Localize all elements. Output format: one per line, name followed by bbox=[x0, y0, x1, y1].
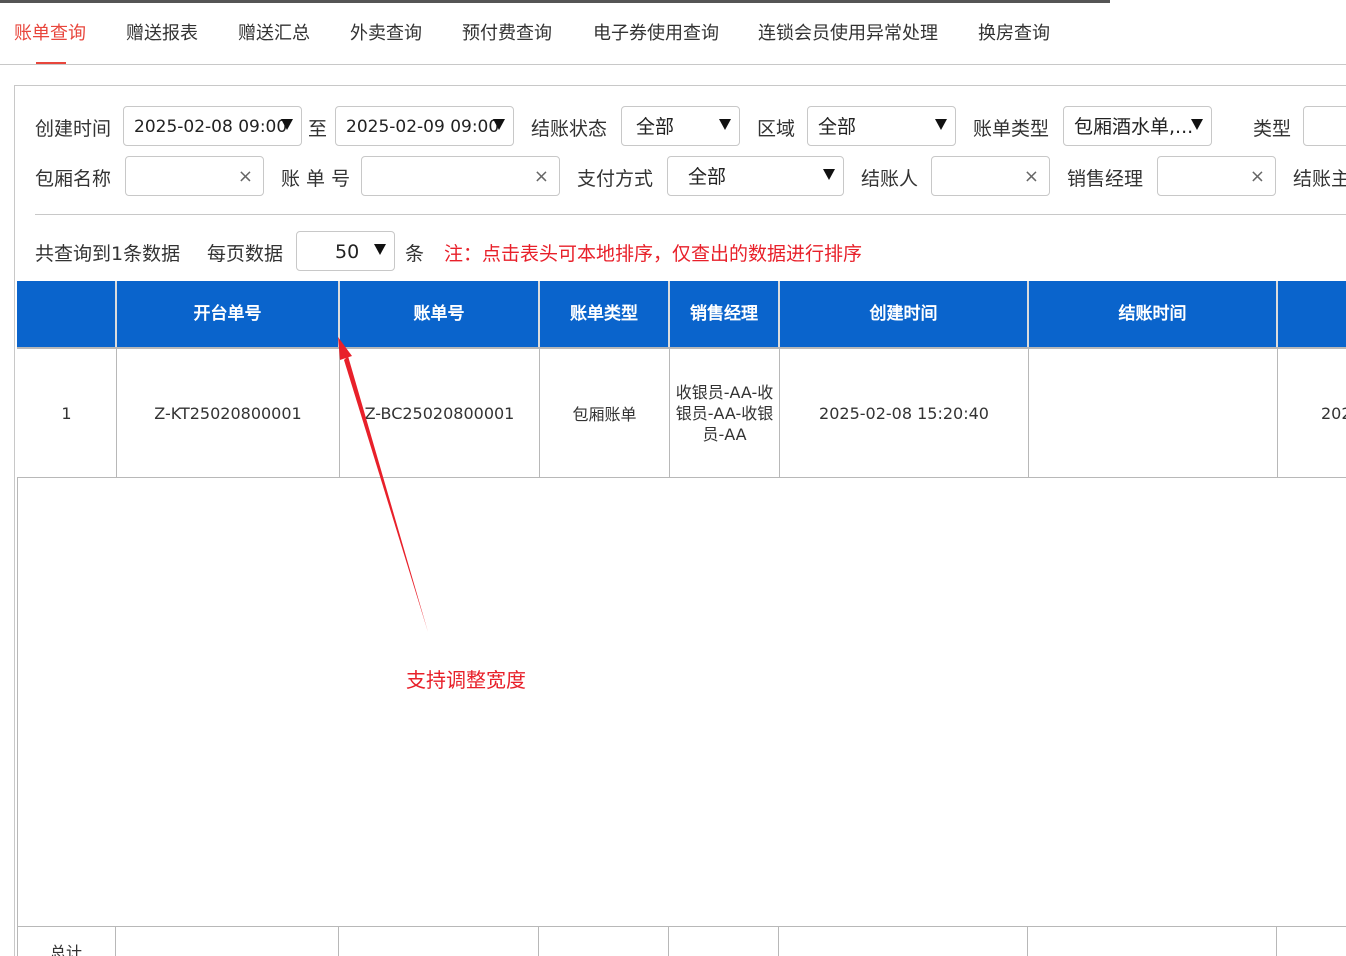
table-cell-sales-manager: 收银员-AA-收银员-AA-收银员-AA bbox=[670, 347, 780, 478]
to-label: 至 bbox=[308, 118, 328, 140]
sales-manager-input[interactable]: × bbox=[1157, 156, 1276, 196]
clear-icon[interactable]: × bbox=[534, 157, 549, 197]
footer-cell bbox=[539, 926, 669, 956]
table-cell-more: 202 bbox=[1278, 347, 1346, 478]
footer-cell bbox=[779, 926, 1028, 956]
footer-cell bbox=[339, 926, 539, 956]
settle-subject-label: 结账主 bbox=[1293, 168, 1346, 190]
bill-table: 开台单号 账单号 账单类型 销售经理 创建时间 结账时间 1 Z-KT25020… bbox=[17, 281, 1346, 956]
pay-method-select[interactable]: 全部 bbox=[667, 156, 844, 196]
column-header-settle-time[interactable]: 结账时间 bbox=[1029, 281, 1278, 347]
page-size-label: 每页数据 bbox=[207, 243, 284, 265]
settler-label: 结账人 bbox=[861, 168, 919, 190]
tab-prepaid-query[interactable]: 预付费查询 bbox=[462, 3, 552, 65]
table-cell-open-no: Z-KT25020800001 bbox=[117, 347, 340, 478]
caret-down-icon bbox=[935, 119, 947, 130]
column-header-bill-type[interactable]: 账单类型 bbox=[540, 281, 670, 347]
caret-down-icon bbox=[1191, 119, 1203, 130]
settler-input[interactable]: × bbox=[931, 156, 1050, 196]
bill-no-input[interactable]: × bbox=[361, 156, 560, 196]
caret-down-icon bbox=[281, 119, 293, 130]
table-empty-area bbox=[17, 478, 1346, 926]
column-header-index[interactable] bbox=[17, 281, 117, 347]
divider bbox=[35, 214, 1346, 215]
page-size-unit: 条 bbox=[405, 243, 425, 265]
sort-note: 注：点击表头可本地排序，仅查出的数据进行排序 bbox=[444, 243, 863, 265]
room-name-input[interactable]: × bbox=[125, 156, 264, 196]
tab-bar: 账单查询 赠送报表 赠送汇总 外卖查询 预付费查询 电子券使用查询 连锁会员使用… bbox=[0, 3, 1346, 65]
column-header-more[interactable] bbox=[1278, 281, 1346, 347]
table-cell-bill-type: 包厢账单 bbox=[540, 347, 670, 478]
footer-cell bbox=[1277, 926, 1346, 956]
end-time-picker[interactable]: 2025-02-09 09:00 bbox=[335, 106, 514, 146]
page-size-select[interactable]: 50 bbox=[296, 231, 395, 271]
table-cell-bill-no[interactable]: Z-BC25020800001 bbox=[340, 347, 540, 478]
table-cell-create-time: 2025-02-08 15:20:40 bbox=[780, 347, 1029, 478]
caret-down-icon bbox=[823, 169, 835, 180]
settle-status-select[interactable]: 全部 bbox=[621, 106, 740, 146]
clear-icon[interactable]: × bbox=[1250, 157, 1265, 197]
caret-down-icon bbox=[719, 119, 731, 130]
type-label: 类型 bbox=[1253, 118, 1292, 140]
footer-cell bbox=[116, 926, 339, 956]
footer-cell bbox=[1028, 926, 1277, 956]
bill-type-label: 账单类型 bbox=[973, 118, 1050, 140]
tab-takeout-query[interactable]: 外卖查询 bbox=[350, 3, 422, 65]
column-header-bill-no[interactable]: 账单号 bbox=[340, 281, 540, 347]
caret-down-icon bbox=[374, 244, 386, 255]
clear-icon[interactable]: × bbox=[238, 157, 253, 197]
area-label: 区域 bbox=[757, 118, 796, 140]
pay-method-label: 支付方式 bbox=[577, 168, 654, 190]
table-cell-index: 1 bbox=[17, 347, 117, 478]
tab-gift-summary[interactable]: 赠送汇总 bbox=[238, 3, 310, 65]
column-header-create-time[interactable]: 创建时间 bbox=[780, 281, 1029, 347]
column-header-sales-manager[interactable]: 销售经理 bbox=[670, 281, 780, 347]
tab-gift-report[interactable]: 赠送报表 bbox=[126, 3, 198, 65]
total-count-text: 共查询到1条数据 bbox=[35, 243, 181, 265]
footer-total-label: 总计 bbox=[17, 926, 116, 956]
area-select[interactable]: 全部 bbox=[807, 106, 956, 146]
bill-no-label: 账 单 号 bbox=[281, 168, 351, 190]
annotation-text: 支持调整宽度 bbox=[406, 668, 526, 692]
settle-status-label: 结账状态 bbox=[531, 118, 608, 140]
table-cell-settle-time bbox=[1029, 347, 1278, 478]
footer-cell bbox=[669, 926, 779, 956]
room-name-label: 包厢名称 bbox=[35, 168, 112, 190]
tab-chain-member-exception[interactable]: 连锁会员使用异常处理 bbox=[758, 3, 938, 65]
tab-bill-query[interactable]: 账单查询 bbox=[14, 3, 86, 65]
sales-manager-label: 销售经理 bbox=[1067, 168, 1144, 190]
type-select[interactable] bbox=[1303, 106, 1346, 146]
bill-type-select[interactable]: 包厢酒水单,... bbox=[1063, 106, 1212, 146]
caret-down-icon bbox=[493, 119, 505, 130]
start-time-picker[interactable]: 2025-02-08 09:00 bbox=[123, 106, 302, 146]
column-header-open-no[interactable]: 开台单号 bbox=[117, 281, 340, 347]
create-time-label: 创建时间 bbox=[35, 118, 112, 140]
tab-ecoupon-query[interactable]: 电子券使用查询 bbox=[593, 3, 719, 65]
clear-icon[interactable]: × bbox=[1024, 157, 1039, 197]
tab-room-change-query[interactable]: 换房查询 bbox=[978, 3, 1050, 65]
